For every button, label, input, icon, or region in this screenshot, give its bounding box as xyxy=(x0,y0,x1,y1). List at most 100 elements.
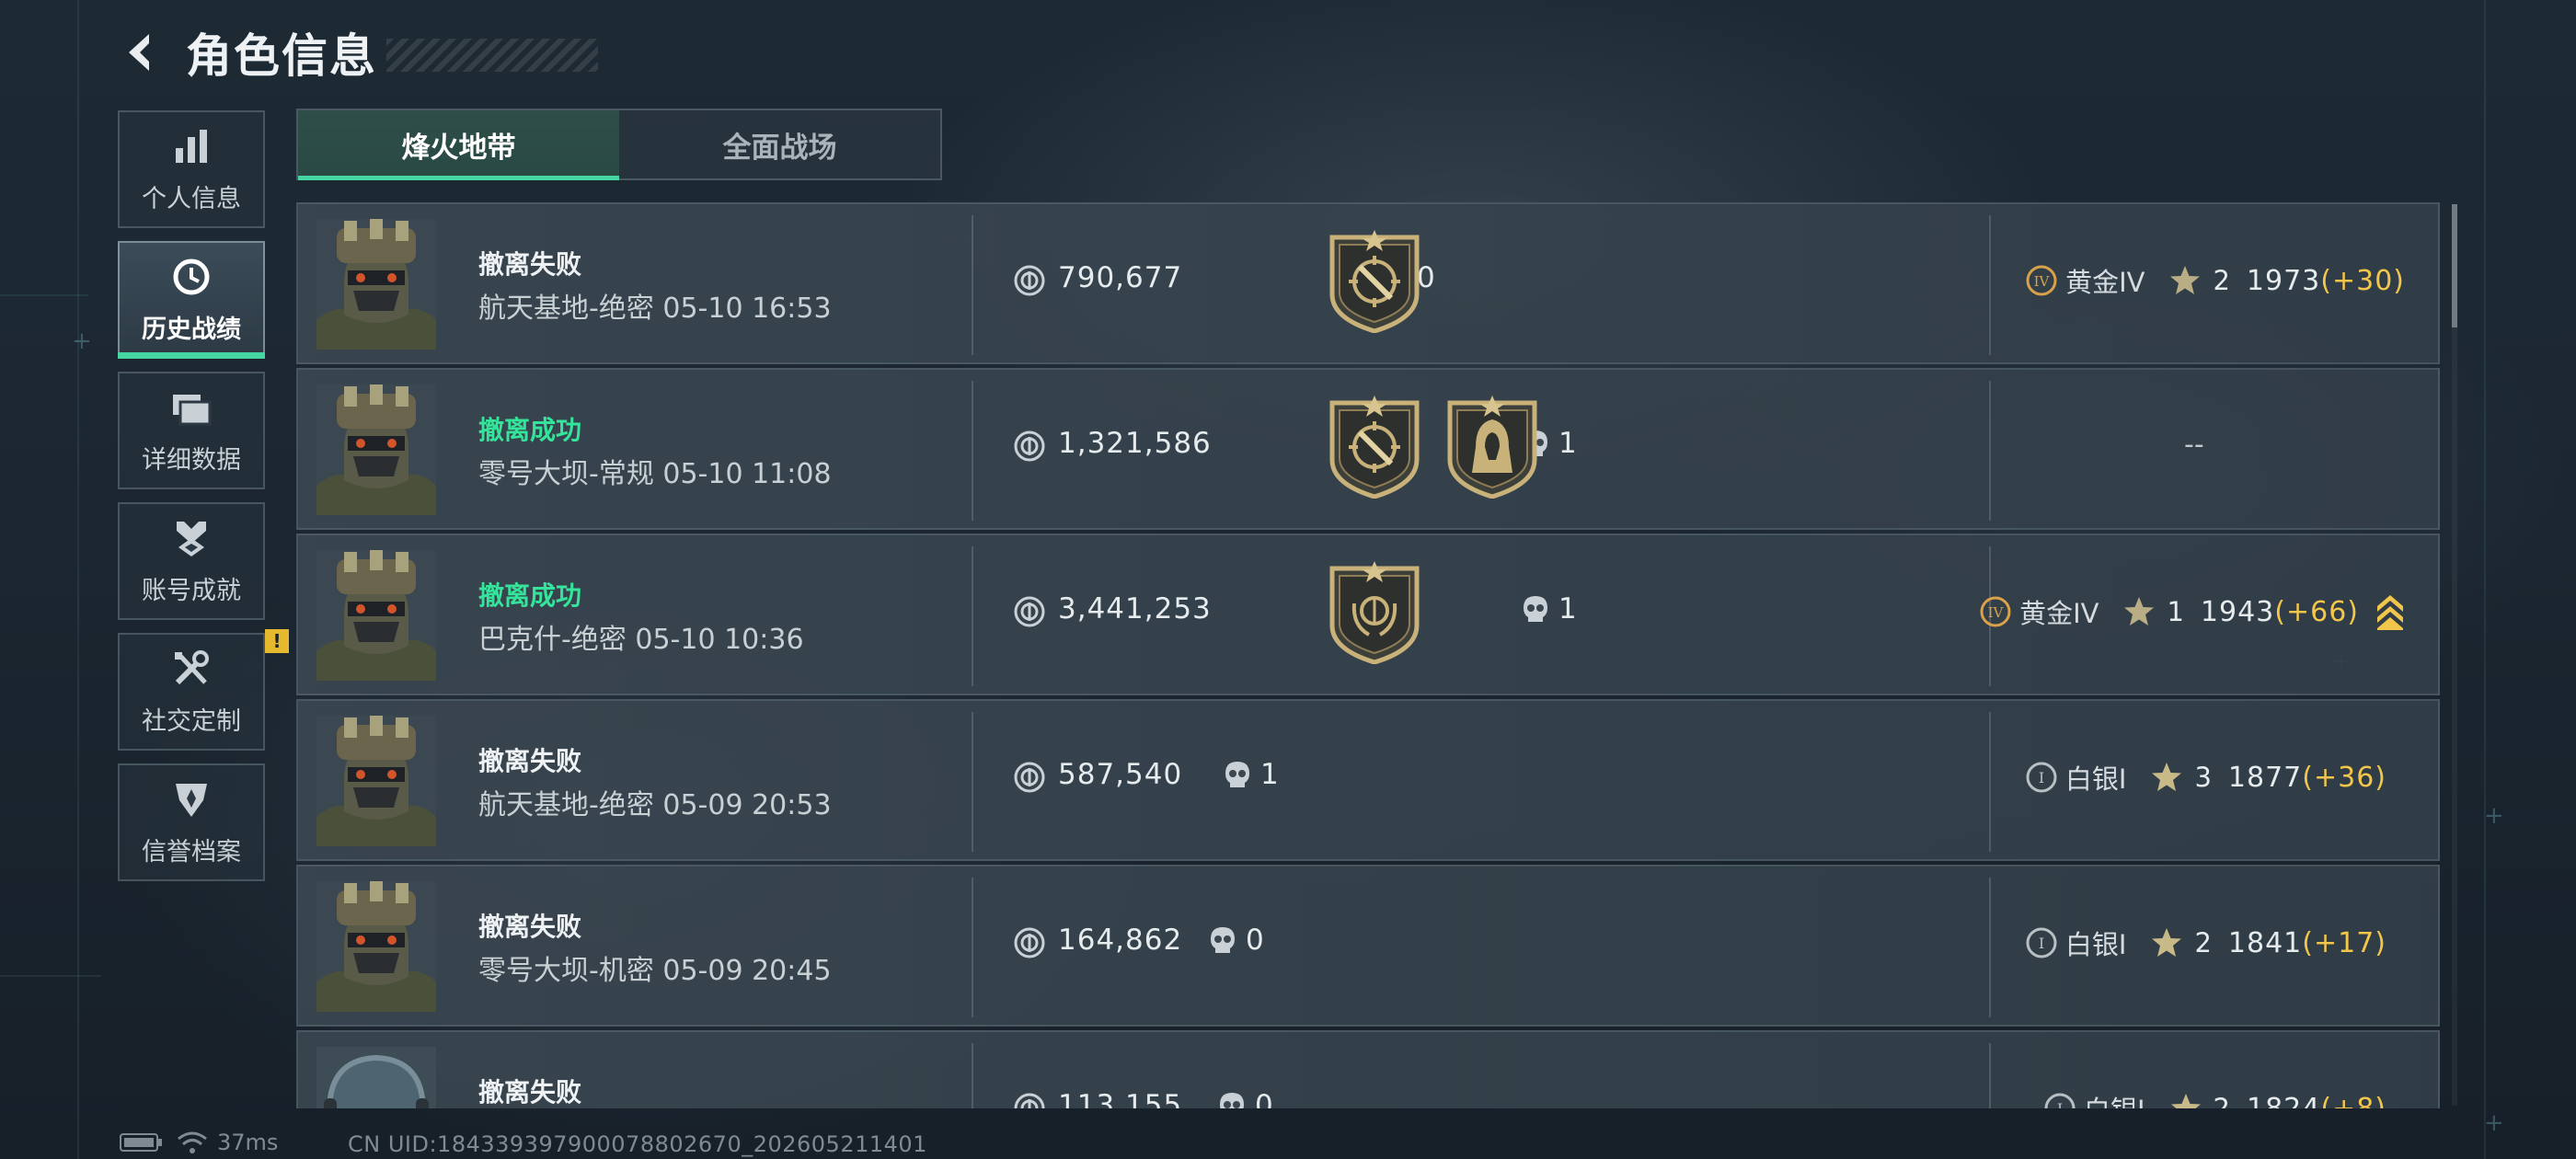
rank-area: IV 黄金IV 1 1943 (+66) xyxy=(1979,589,2405,635)
sidebar-item-achievements[interactable]: 账号成就 xyxy=(118,502,265,620)
divider xyxy=(1989,878,1991,1017)
rank-area: I 白银I 3 1877 (+36) xyxy=(2025,754,2386,800)
sidebar-item-credit-file[interactable]: 信誉档案 xyxy=(118,763,265,881)
sidebar-item-label: 信誉档案 xyxy=(142,837,241,866)
score-delta: (+36) xyxy=(2302,761,2386,794)
bg-plus: + xyxy=(72,327,92,355)
tab-full-battlefield[interactable]: 全面战场 xyxy=(619,110,940,178)
svg-text:I: I xyxy=(2039,935,2044,952)
star-icon xyxy=(2152,763,2182,791)
sidebar-item-personal-info[interactable]: 个人信息 xyxy=(118,110,265,228)
rank-score: 1841 xyxy=(2227,926,2303,959)
rank-name: 白银I xyxy=(2064,763,2127,795)
divider xyxy=(972,546,973,686)
kill-count-group: 0 xyxy=(1218,1089,1273,1108)
operator-portrait xyxy=(316,219,436,350)
title-decoration xyxy=(386,39,598,72)
coin-value-icon xyxy=(1014,596,1045,627)
match-row[interactable]: 撤离失败 航天基地-绝密 05-09 20:53 587,540 1 I 白银I… xyxy=(296,699,2440,861)
achievement-badge-icon xyxy=(177,521,206,557)
rank-name: 白银I xyxy=(2064,929,2127,960)
loot-value: 587,540 xyxy=(1058,758,1183,791)
match-map-time: 零号大坝-常规 05-10 11:08 xyxy=(478,458,832,490)
coin-value-icon xyxy=(1014,927,1045,958)
rank-score: 1877 xyxy=(2227,761,2303,794)
match-row[interactable]: 撤离失败 航天基地-绝密 05-10 16:53 790,677 0 IV 黄金… xyxy=(296,202,2440,364)
star-count: 2 xyxy=(2213,1093,2230,1108)
hooded-figure-badge-icon[interactable] xyxy=(1444,396,1540,499)
scrollbar-thumb[interactable] xyxy=(2452,204,2457,327)
sidebar-item-social-custom[interactable]: ! 社交定制 xyxy=(118,629,289,751)
kill-count: 0 xyxy=(1255,1089,1273,1108)
divider xyxy=(972,878,973,1017)
kill-count: 1 xyxy=(1260,758,1279,791)
kill-count-group: 1 xyxy=(1224,758,1279,791)
divider xyxy=(972,215,973,355)
bar-chart-icon xyxy=(176,129,207,163)
rank-name: 黄金IV xyxy=(2019,598,2099,629)
operator-portrait xyxy=(316,1047,436,1108)
tab-fenghuo-zone[interactable]: 烽火地带 xyxy=(298,110,619,180)
extraction-result: 撤离成功 xyxy=(478,580,582,611)
divider xyxy=(972,381,973,521)
match-row[interactable]: 撤离失败 113,155 0 I 白银I 2 1824 (+8) xyxy=(296,1030,2440,1108)
star-icon xyxy=(2170,266,2201,294)
kill-count-group: 1 xyxy=(1522,592,1577,625)
sidebar-item-match-history[interactable]: 历史战绩 xyxy=(118,241,265,359)
skull-icon xyxy=(1524,596,1547,622)
match-history-list: 撤离失败 航天基地-绝密 05-10 16:53 790,677 0 IV 黄金… xyxy=(296,202,2440,1108)
sidebar-item-detailed-data[interactable]: 详细数据 xyxy=(118,372,265,489)
score-delta: (+66) xyxy=(2274,595,2359,628)
star-count: 2 xyxy=(2194,927,2212,958)
rank-name: 黄金IV xyxy=(2065,267,2145,298)
match-map-time: 航天基地-绝密 05-10 16:53 xyxy=(478,293,832,325)
bg-line xyxy=(77,0,79,1159)
tools-icon xyxy=(175,649,209,684)
crosshair-blades-badge-icon[interactable] xyxy=(1327,230,1422,333)
match-row[interactable]: 撤离失败 零号大坝-机密 05-09 20:45 164,862 0 I 白银I… xyxy=(296,865,2440,1027)
divider xyxy=(1989,215,1991,355)
bg-line xyxy=(2484,0,2486,1159)
kill-count-group: 0 xyxy=(1209,924,1264,957)
rank-empty: -- xyxy=(2184,429,2204,461)
user-uid: CN UID:184339397900078802670_20260521140… xyxy=(348,1131,927,1157)
folder-stack-icon xyxy=(173,394,212,425)
list-scrollbar[interactable] xyxy=(2452,204,2457,1106)
laurel-coin-badge-icon[interactable] xyxy=(1327,561,1422,664)
skull-icon xyxy=(1211,927,1235,953)
sidebar-item-label: 账号成就 xyxy=(142,576,241,605)
loot-value: 3,441,253 xyxy=(1058,592,1212,625)
match-map-time: 巴克什-绝密 05-10 10:36 xyxy=(478,624,804,656)
rank-score: 1824 xyxy=(2247,1092,2321,1109)
operator-portrait xyxy=(316,881,436,1012)
gold-rank-icon: IV xyxy=(2026,265,2057,296)
bg-line xyxy=(0,975,101,977)
loot-value: 164,862 xyxy=(1058,924,1183,957)
sidebar-item-label: 社交定制 xyxy=(142,706,241,736)
score-delta: (+8) xyxy=(2320,1092,2386,1109)
match-row[interactable]: 撤离成功 巴克什-绝密 05-10 10:36 3,441,253 1 IV 黄… xyxy=(296,534,2440,695)
loot-value: 113,155 xyxy=(1058,1089,1183,1108)
coin-value-icon xyxy=(1014,1093,1045,1108)
silver-rank-icon: I xyxy=(2026,927,2057,958)
gold-rank-icon: IV xyxy=(1980,596,2011,627)
star-count: 1 xyxy=(2167,596,2184,627)
operator-portrait xyxy=(316,716,436,846)
rank-score: 1943 xyxy=(2200,595,2275,628)
mode-tabs: 烽火地带 全面战场 xyxy=(296,109,942,180)
crosshair-blades-badge-icon[interactable] xyxy=(1327,396,1422,499)
match-row[interactable]: 撤离成功 零号大坝-常规 05-10 11:08 1,321,586 1 -- xyxy=(296,368,2440,530)
svg-text:IV: IV xyxy=(2034,273,2051,290)
silver-rank-icon: I xyxy=(2044,1093,2076,1108)
clock-history-icon xyxy=(173,258,210,294)
svg-text:I: I xyxy=(2057,1100,2063,1108)
skull-icon xyxy=(1225,762,1249,787)
extraction-result: 撤离成功 xyxy=(478,415,582,445)
back-arrow-icon xyxy=(129,34,149,71)
page-title: 角色信息 xyxy=(186,29,377,83)
coin-value-icon xyxy=(1014,762,1045,793)
silver-rank-icon: I xyxy=(2026,762,2057,793)
status-bar: 37ms xyxy=(120,1130,278,1155)
back-button[interactable] xyxy=(118,27,169,78)
extraction-result: 撤离失败 xyxy=(478,746,582,776)
